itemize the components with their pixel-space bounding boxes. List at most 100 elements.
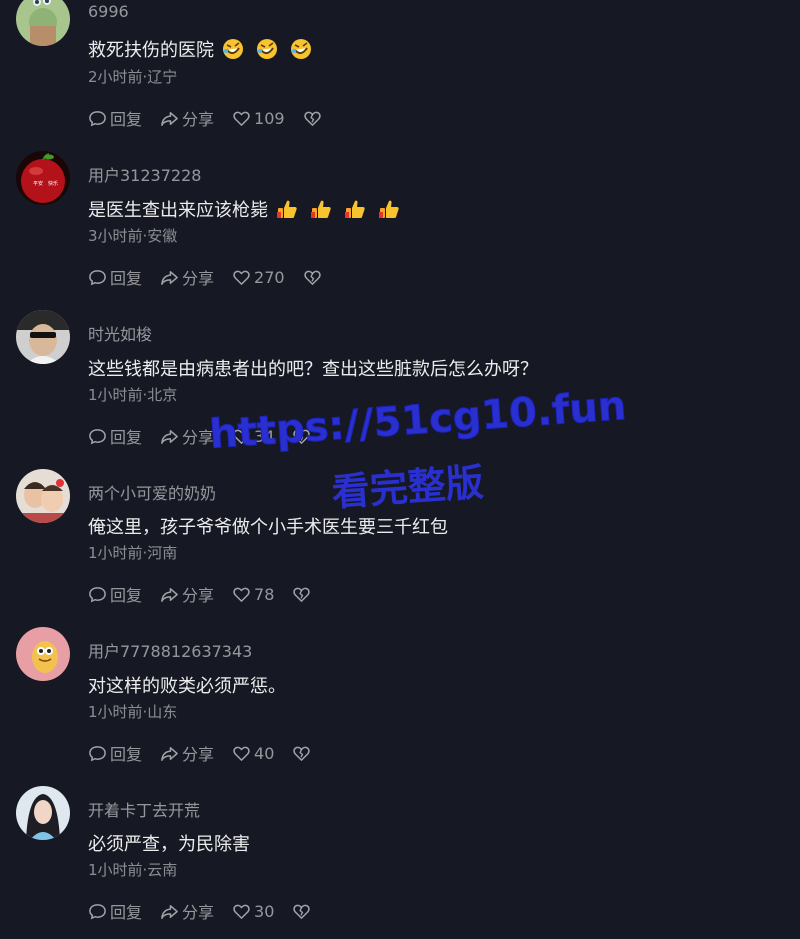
share-label: 分享 [182, 745, 215, 764]
username[interactable]: 时光如梭 [88, 321, 152, 345]
comment-actions: 回复 分享 30 [88, 900, 314, 922]
broken-heart-icon [293, 587, 311, 602]
comment-text-body: 俺这里，孩子爷爷做个小手术医生要三千红包 [88, 517, 448, 538]
comment-meta: 1小时前·云南 [88, 861, 178, 879]
share-arrow-icon [161, 111, 178, 126]
comment-bubble-icon [89, 428, 106, 444]
like-button[interactable]: 270 [232, 268, 285, 287]
comment-bubble-icon [89, 110, 106, 126]
thumbs-up-emoji [378, 198, 400, 220]
comment-actions: 回复 分享 270 [88, 266, 325, 288]
comment-actions: 回复 分享 109 [88, 107, 325, 129]
comment-meta: 1小时前·山东 [88, 703, 178, 721]
comment-list-page: 6996 救死扶伤的医院 2小时前·辽宁 回复 分享 109 平安 快乐 用户3… [0, 0, 800, 939]
comment-bubble-icon [89, 586, 106, 602]
avatar[interactable] [16, 0, 70, 46]
reply-button[interactable]: 回复 [88, 265, 142, 289]
like-button[interactable]: 78 [232, 585, 274, 604]
reply-button[interactable]: 回复 [88, 106, 142, 130]
comment-text: 必须严查，为民除害 [88, 830, 250, 856]
comment-text: 救死扶伤的医院 [88, 36, 312, 62]
thumbs-up-emoji [344, 198, 366, 220]
heart-icon [233, 270, 250, 285]
svg-text:快乐: 快乐 [48, 180, 58, 187]
comment-text-body: 必须严查，为民除害 [88, 834, 250, 855]
reply-label: 回复 [110, 903, 143, 922]
comment-text: 这些钱都是由病患者出的吧？查出这些脏款后怎么办呀？ [88, 355, 538, 381]
like-button[interactable]: 40 [232, 744, 274, 763]
share-arrow-icon [161, 746, 178, 761]
reply-label: 回复 [110, 428, 143, 447]
broken-heart-icon [293, 904, 311, 919]
like-button[interactable]: 109 [232, 109, 285, 128]
comment-text-body: 是医生查出来应该枪毙 [88, 200, 268, 221]
like-count: 109 [254, 108, 285, 128]
like-count: 270 [254, 267, 285, 287]
username[interactable]: 6996 [88, 2, 129, 21]
avatar[interactable] [16, 786, 70, 840]
username[interactable]: 用户7778812637343 [88, 638, 252, 662]
share-button[interactable]: 分享 [160, 582, 214, 606]
share-label: 分享 [182, 903, 215, 922]
comment-actions: 回复 分享 40 [88, 742, 314, 764]
reply-label: 回复 [110, 110, 143, 129]
heart-icon [233, 904, 250, 919]
comment-item: 开着卡丁去开荒 必须严查，为民除害 1小时前·云南 回复 分享 30 [0, 786, 800, 939]
comment-bubble-icon [89, 269, 106, 285]
reply-button[interactable]: 回复 [88, 582, 142, 606]
heart-icon [233, 587, 250, 602]
svg-text:平安: 平安 [33, 180, 43, 187]
thumbs-up-emoji [310, 198, 332, 220]
reply-button[interactable]: 回复 [88, 899, 142, 923]
like-button[interactable]: 34 [232, 427, 274, 446]
comment-meta: 1小时前·北京 [88, 386, 178, 404]
dislike-button[interactable] [292, 585, 314, 604]
reply-label: 回复 [110, 586, 143, 605]
avatar[interactable] [16, 627, 70, 681]
dislike-button[interactable] [292, 744, 314, 763]
dislike-button[interactable] [292, 427, 314, 446]
share-button[interactable]: 分享 [160, 106, 214, 130]
comment-meta: 3小时前·安徽 [88, 227, 178, 245]
reply-label: 回复 [110, 745, 143, 764]
heart-icon [233, 111, 250, 126]
rofl-emoji [290, 38, 312, 60]
broken-heart-icon [293, 429, 311, 444]
broken-heart-icon [293, 746, 311, 761]
avatar[interactable] [16, 310, 70, 364]
dislike-button[interactable] [292, 902, 314, 921]
avatar[interactable]: 平安 快乐 [16, 151, 70, 205]
comment-meta: 1小时前·河南 [88, 544, 178, 562]
share-arrow-icon [161, 587, 178, 602]
thumbs-up-emoji [276, 198, 298, 220]
avatar[interactable] [16, 469, 70, 523]
reply-button[interactable]: 回复 [88, 741, 142, 765]
comment-item: 平安 快乐 用户31237228 是医生查出来应该枪毙 3小时前·安徽 回复 分… [0, 151, 800, 316]
like-button[interactable]: 30 [232, 902, 274, 921]
heart-icon [233, 429, 250, 444]
comment-bubble-icon [89, 745, 106, 761]
like-count: 30 [254, 901, 275, 921]
share-button[interactable]: 分享 [160, 741, 214, 765]
share-button[interactable]: 分享 [160, 265, 214, 289]
dislike-button[interactable] [303, 109, 325, 128]
reply-button[interactable]: 回复 [88, 424, 142, 448]
share-button[interactable]: 分享 [160, 424, 214, 448]
comment-text: 对这样的败类必须严惩。 [88, 672, 286, 698]
comment-item: 时光如梭 这些钱都是由病患者出的吧？查出这些脏款后怎么办呀？ 1小时前·北京 回… [0, 310, 800, 475]
rofl-emoji [256, 38, 278, 60]
username[interactable]: 两个小可爱的奶奶 [88, 480, 216, 504]
username[interactable]: 用户31237228 [88, 162, 201, 186]
share-arrow-icon [161, 429, 178, 444]
reply-label: 回复 [110, 269, 143, 288]
share-label: 分享 [182, 586, 215, 605]
comment-text-body: 救死扶伤的医院 [88, 40, 214, 61]
share-button[interactable]: 分享 [160, 899, 214, 923]
username[interactable]: 开着卡丁去开荒 [88, 797, 200, 821]
share-label: 分享 [182, 110, 215, 129]
broken-heart-icon [303, 111, 321, 126]
broken-heart-icon [303, 270, 321, 285]
comment-item: 两个小可爱的奶奶 俺这里，孩子爷爷做个小手术医生要三千红包 1小时前·河南 回复… [0, 469, 800, 634]
share-arrow-icon [161, 270, 178, 285]
dislike-button[interactable] [303, 268, 325, 287]
